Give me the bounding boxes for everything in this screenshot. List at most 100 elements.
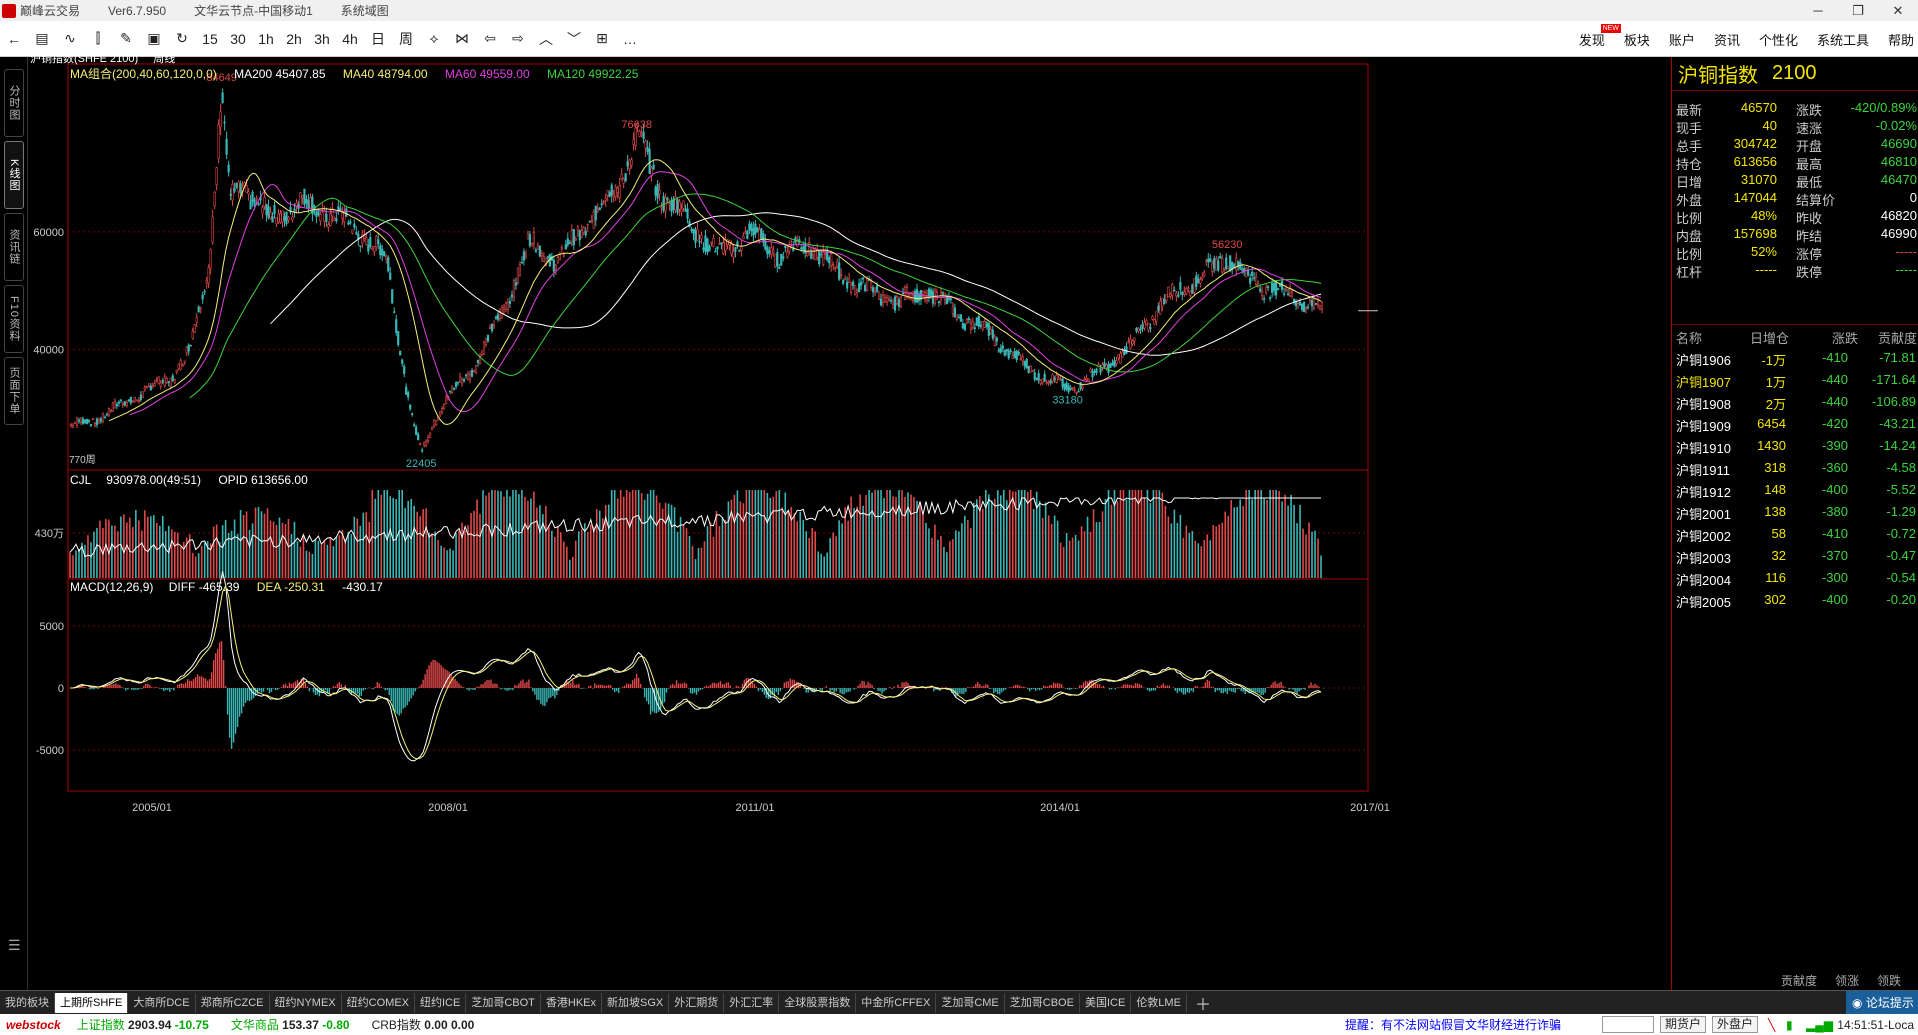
exchange-tab[interactable]: 郑商所CZCE	[196, 992, 270, 1013]
exchange-tab[interactable]: 纽约COMEX	[342, 992, 415, 1013]
tab-kline[interactable]: K线图	[4, 141, 24, 209]
exchange-tab[interactable]: 新加坡SGX	[602, 992, 670, 1013]
tab-order[interactable]: 页面下单	[4, 357, 24, 425]
exchange-tab[interactable]: 伦敦LME	[1131, 992, 1187, 1013]
fraud-notice[interactable]: 提醒：有不法网站假冒文华财经进行诈骗	[1345, 1016, 1561, 1033]
menu-discover[interactable]: 发现 NEW	[1579, 23, 1621, 49]
menu-system-tools[interactable]: 系统工具	[1817, 30, 1869, 49]
list-header-cell[interactable]: 贡献度	[1878, 328, 1917, 347]
menu-account[interactable]: 账户	[1669, 30, 1695, 49]
list-header-cell[interactable]: 名称	[1676, 328, 1702, 347]
exchange-tab[interactable]: 芝加哥CBOT	[466, 992, 541, 1013]
timeshare-icon[interactable]: ∿	[56, 25, 84, 53]
menu-news[interactable]: 资讯	[1714, 30, 1740, 49]
macd-dropdown[interactable]: MACD(12,26,9)	[70, 580, 153, 594]
contract-row[interactable]: 沪铜1907 1万 -440 -171.64	[1672, 369, 1918, 391]
add-tab-icon[interactable]: ＋	[1187, 991, 1219, 1015]
right-arrow-icon[interactable]: ⇨	[504, 25, 532, 53]
up-chevron-icon[interactable]: ︿	[532, 25, 560, 53]
period-1h-button[interactable]: 1h	[252, 25, 280, 53]
tab-f10[interactable]: F10资料	[4, 285, 24, 353]
crb-index[interactable]: CRB指数 0.00 0.00	[372, 1016, 475, 1033]
zoom-in-icon[interactable]: ⟡	[420, 25, 448, 53]
exchange-tab[interactable]: 上期所SHFE	[55, 992, 129, 1013]
exchange-tab[interactable]: 纽约NYMEX	[270, 992, 342, 1013]
list-header-cell[interactable]: 日增仓	[1750, 328, 1789, 347]
exchange-tab[interactable]: 芝加哥CME	[936, 992, 1005, 1013]
volume-bar	[940, 535, 942, 578]
candle-body	[1294, 302, 1298, 307]
list-header-cell[interactable]: 涨跌	[1832, 328, 1858, 347]
exchange-tab[interactable]: 芝加哥CBOE	[1005, 992, 1080, 1013]
shanghai-index[interactable]: 上证指数 2903.94 -10.75	[77, 1016, 209, 1033]
menu-help[interactable]: 帮助	[1888, 30, 1914, 49]
period-4h-button[interactable]: 4h	[336, 25, 364, 53]
period-dropdown[interactable]: 周线	[153, 53, 175, 65]
server-node[interactable]: 文华云节点-中国移动1	[194, 2, 313, 19]
kline-chart-area[interactable]: 60000 40000 430万 5000 0 -5000 2005/01 2008/01 20…	[28, 53, 1671, 990]
menu-personalize[interactable]: 个性化	[1759, 30, 1798, 49]
tab-news-chain[interactable]: 资讯链	[4, 213, 24, 281]
contract-row[interactable]: 沪铜2002 58 -410 -0.72	[1672, 523, 1918, 545]
exchange-tab[interactable]: 全球股票指数	[779, 992, 857, 1013]
period-day-button[interactable]: 日	[364, 25, 392, 53]
menu-sector[interactable]: 板块	[1624, 30, 1650, 49]
exchange-tab[interactable]: 外汇汇率	[724, 992, 780, 1013]
candle-body	[315, 212, 318, 217]
cjl-dropdown[interactable]: CJL	[70, 473, 91, 487]
exchange-tab[interactable]: 大商所DCE	[128, 992, 196, 1013]
ma-group-dropdown[interactable]: MA组合(200,40,60,120,0,0)	[70, 67, 217, 81]
contract-row[interactable]: 沪铜1906 -1万 -410 -71.81	[1672, 347, 1918, 369]
contract-row[interactable]: 沪铜1912 148 -400 -5.52	[1672, 479, 1918, 501]
contract-row[interactable]: 沪铜2001 138 -380 -1.29	[1672, 501, 1918, 523]
exchange-tab[interactable]: 我的板块	[0, 992, 55, 1013]
draw-tool-icon[interactable]: ✎	[112, 25, 140, 53]
contract-row[interactable]: 沪铜2005 302 -400 -0.20	[1672, 589, 1918, 611]
layout-grid-icon[interactable]: ⊞	[588, 25, 616, 53]
exchange-tab[interactable]: 外汇期货	[669, 992, 725, 1013]
contract-row[interactable]: 沪铜2004 116 -300 -0.54	[1672, 567, 1918, 589]
kline-icon[interactable]: ⫿	[84, 25, 112, 53]
kline-chart-svg[interactable]: 60000 40000 430万 5000 0 -5000 2005/01 2008/01 20…	[28, 57, 1671, 990]
exchange-tab[interactable]: 纽约ICE	[415, 992, 467, 1013]
contract-row[interactable]: 沪铜1911 318 -360 -4.58	[1672, 457, 1918, 479]
exchange-tab[interactable]: 美国ICE	[1080, 992, 1132, 1013]
volume-bar	[455, 533, 457, 578]
more-icon[interactable]: …	[616, 25, 644, 53]
foreign-account-button[interactable]: 外盘户	[1712, 1016, 1759, 1033]
wenhua-index[interactable]: 文华商品 153.37 -0.80	[231, 1016, 350, 1033]
exchange-tab[interactable]: 中金所CFFEX	[856, 992, 937, 1013]
exchange-tab[interactable]: 香港HKEx	[541, 992, 603, 1013]
zoom-out-icon[interactable]: ⋈	[448, 25, 476, 53]
system-menu[interactable]: 系统域图	[341, 2, 389, 19]
candle-body	[1298, 301, 1302, 306]
back-icon[interactable]: ←	[0, 25, 28, 53]
period-30-button[interactable]: 30	[224, 25, 252, 53]
minimize-icon[interactable]: ─	[1798, 0, 1838, 21]
forum-button[interactable]: ◉ 论坛提示	[1846, 991, 1918, 1015]
volume-bar	[580, 529, 583, 578]
tab-timeshare[interactable]: 分时图	[4, 69, 24, 137]
tab-top-gainers[interactable]: 领涨	[1835, 972, 1859, 990]
down-chevron-icon[interactable]: ﹀	[560, 25, 588, 53]
left-arrow-icon[interactable]: ⇦	[476, 25, 504, 53]
period-15-button[interactable]: 15	[196, 25, 224, 53]
futures-account-button[interactable]: 期货户	[1660, 1016, 1707, 1033]
save-icon[interactable]: ▣	[140, 25, 168, 53]
restore-icon[interactable]: ❐	[1838, 0, 1878, 21]
close-icon[interactable]: ✕	[1878, 0, 1918, 21]
tab-contribution[interactable]: 贡献度	[1781, 972, 1817, 990]
list-menu-icon[interactable]: ☰	[8, 937, 21, 954]
status-input[interactable]	[1602, 1016, 1654, 1033]
contract-row[interactable]: 沪铜1910 1430 -390 -14.24	[1672, 435, 1918, 457]
period-3h-button[interactable]: 3h	[308, 25, 336, 53]
contract-row[interactable]: 沪铜1909 6454 -420 -43.21	[1672, 413, 1918, 435]
refresh-icon[interactable]: ↻	[168, 25, 196, 53]
period-2h-button[interactable]: 2h	[280, 25, 308, 53]
quote-list-icon[interactable]: ▤	[28, 25, 56, 53]
tab-top-losers[interactable]: 领跌	[1877, 972, 1901, 990]
contract-row[interactable]: 沪铜1908 2万 -440 -106.89	[1672, 391, 1918, 413]
period-week-button[interactable]: 周	[392, 25, 420, 53]
contract-row[interactable]: 沪铜2003 32 -370 -0.47	[1672, 545, 1918, 567]
candle-body	[814, 248, 817, 261]
